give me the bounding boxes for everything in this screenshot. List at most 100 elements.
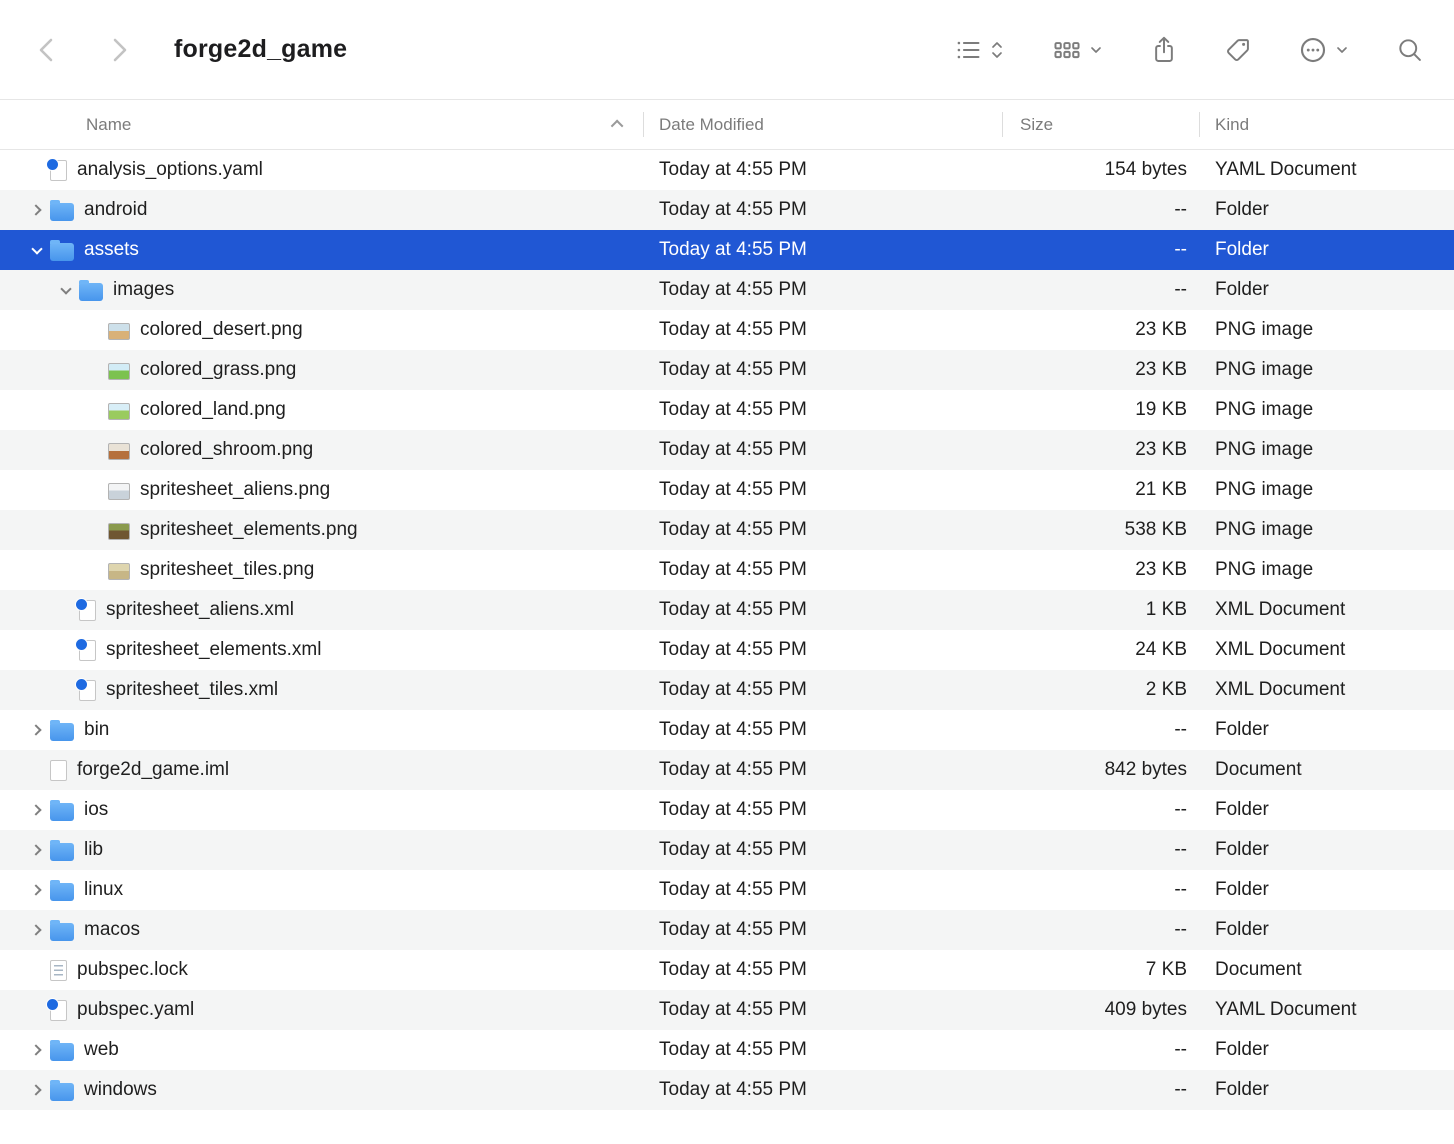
file-kind: Folder (1199, 239, 1454, 261)
name-cell: lib (0, 830, 643, 870)
file-row[interactable]: spritesheet_tiles.xmlToday at 4:55 PM2 K… (0, 670, 1454, 710)
file-size: 538 KB (1002, 519, 1199, 541)
file-name: colored_grass.png (140, 359, 296, 381)
file-row[interactable]: colored_shroom.pngToday at 4:55 PM23 KBP… (0, 430, 1454, 470)
view-mode-control[interactable] (954, 36, 1006, 64)
name-cell: pubspec.lock (0, 950, 643, 990)
file-row[interactable]: imagesToday at 4:55 PM--Folder (0, 270, 1454, 310)
name-cell: colored_grass.png (0, 350, 643, 390)
xml-file-icon (79, 640, 96, 661)
yaml-file-icon (50, 1000, 67, 1021)
file-row[interactable]: spritesheet_aliens.xmlToday at 4:55 PM1 … (0, 590, 1454, 630)
chevron-right-icon[interactable] (24, 926, 50, 934)
file-row[interactable]: colored_grass.pngToday at 4:55 PM23 KBPN… (0, 350, 1454, 390)
folder-icon (50, 843, 74, 861)
file-name: pubspec.lock (77, 959, 188, 981)
date-modified: Today at 4:55 PM (643, 159, 1002, 181)
file-row[interactable]: pubspec.yamlToday at 4:55 PM409 bytesYAM… (0, 990, 1454, 1030)
finder-toolbar: forge2d_game (0, 0, 1454, 100)
column-header-name[interactable]: Name (0, 100, 643, 149)
date-modified: Today at 4:55 PM (643, 1079, 1002, 1101)
file-row[interactable]: libToday at 4:55 PM--Folder (0, 830, 1454, 870)
sort-ascending-icon (611, 120, 624, 133)
file-row[interactable]: spritesheet_aliens.pngToday at 4:55 PM21… (0, 470, 1454, 510)
indent-spacer (24, 650, 53, 651)
folder-icon (50, 803, 74, 821)
folder-icon (50, 723, 74, 741)
indent-spacer (24, 370, 82, 371)
more-actions-control[interactable] (1298, 35, 1350, 65)
file-kind: Folder (1199, 799, 1454, 821)
date-modified: Today at 4:55 PM (643, 959, 1002, 981)
chevron-right-icon[interactable] (24, 1086, 50, 1094)
file-row[interactable]: spritesheet_elements.pngToday at 4:55 PM… (0, 510, 1454, 550)
file-row[interactable]: iosToday at 4:55 PM--Folder (0, 790, 1454, 830)
chevron-right-icon[interactable] (24, 806, 50, 814)
file-row[interactable]: webToday at 4:55 PM--Folder (0, 1030, 1454, 1070)
file-row[interactable]: androidToday at 4:55 PM--Folder (0, 190, 1454, 230)
file-row[interactable]: linuxToday at 4:55 PM--Folder (0, 870, 1454, 910)
file-row[interactable]: colored_land.pngToday at 4:55 PM19 KBPNG… (0, 390, 1454, 430)
file-row[interactable]: assetsToday at 4:55 PM--Folder (0, 230, 1454, 270)
name-cell: spritesheet_elements.xml (0, 630, 643, 670)
name-cell: pubspec.yaml (0, 990, 643, 1030)
chevron-down-icon (1088, 42, 1104, 58)
file-row[interactable]: spritesheet_tiles.pngToday at 4:55 PM23 … (0, 550, 1454, 590)
tags-button[interactable] (1224, 36, 1252, 64)
file-kind: XML Document (1199, 599, 1454, 621)
file-name: linux (84, 879, 123, 901)
image-thumbnail (108, 483, 130, 500)
folder-icon (79, 283, 103, 301)
file-name: spritesheet_tiles.xml (106, 679, 278, 701)
chevron-right-icon[interactable] (24, 1046, 50, 1054)
chevron-right-icon[interactable] (24, 726, 50, 734)
indent-spacer (24, 450, 82, 451)
column-header-size[interactable]: Size (1002, 100, 1199, 149)
file-name: bin (84, 719, 109, 741)
group-by-control[interactable] (1052, 36, 1104, 64)
chevron-right-icon[interactable] (24, 846, 50, 854)
share-button[interactable] (1150, 35, 1178, 65)
column-header-kind[interactable]: Kind (1199, 100, 1454, 149)
file-name: lib (84, 839, 103, 861)
file-name: images (113, 279, 174, 301)
column-header-date-modified[interactable]: Date Modified (643, 100, 1002, 149)
file-name: pubspec.yaml (77, 999, 194, 1021)
chevron-right-icon[interactable] (24, 206, 50, 214)
file-name: spritesheet_elements.png (140, 519, 358, 541)
file-name: windows (84, 1079, 157, 1101)
search-icon (1396, 36, 1424, 64)
file-kind: XML Document (1199, 639, 1454, 661)
forward-button[interactable] (102, 30, 136, 70)
image-thumbnail (108, 403, 130, 420)
column-label-name: Name (86, 115, 131, 135)
ellipsis-circle-icon (1298, 35, 1328, 65)
file-kind: PNG image (1199, 519, 1454, 541)
chevron-down-icon[interactable] (53, 288, 79, 293)
file-row[interactable]: windowsToday at 4:55 PM--Folder (0, 1070, 1454, 1110)
file-kind: XML Document (1199, 679, 1454, 701)
folder-icon (50, 923, 74, 941)
file-row[interactable]: analysis_options.yamlToday at 4:55 PM154… (0, 150, 1454, 190)
file-row[interactable]: spritesheet_elements.xmlToday at 4:55 PM… (0, 630, 1454, 670)
document-icon (50, 760, 67, 781)
file-row[interactable]: colored_desert.pngToday at 4:55 PM23 KBP… (0, 310, 1454, 350)
file-row[interactable]: pubspec.lockToday at 4:55 PM7 KBDocument (0, 950, 1454, 990)
file-row[interactable]: forge2d_game.imlToday at 4:55 PM842 byte… (0, 750, 1454, 790)
file-row[interactable]: binToday at 4:55 PM--Folder (0, 710, 1454, 750)
file-kind: PNG image (1199, 399, 1454, 421)
search-button[interactable] (1396, 36, 1424, 64)
name-cell: web (0, 1030, 643, 1070)
folder-icon (50, 1043, 74, 1061)
document-icon (50, 960, 67, 981)
back-button[interactable] (30, 30, 64, 70)
chevron-down-icon[interactable] (24, 248, 50, 253)
file-size: 7 KB (1002, 959, 1199, 981)
group-grid-icon (1052, 36, 1082, 64)
file-kind: Document (1199, 759, 1454, 781)
file-row[interactable]: macosToday at 4:55 PM--Folder (0, 910, 1454, 950)
file-size: -- (1002, 839, 1199, 861)
file-name: spritesheet_aliens.xml (106, 599, 294, 621)
date-modified: Today at 4:55 PM (643, 879, 1002, 901)
chevron-right-icon[interactable] (24, 886, 50, 894)
